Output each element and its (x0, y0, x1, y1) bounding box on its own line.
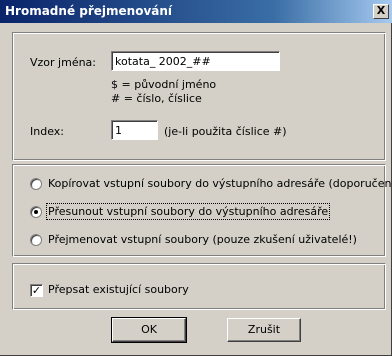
overwrite-group: ✓ Přepsat existující soubory (12, 263, 386, 310)
option-move-radio[interactable] (30, 206, 42, 218)
pattern-group: Vzor jména: $ = původní jméno # = číslo,… (12, 32, 386, 161)
pattern-label: Vzor jména: (30, 56, 97, 69)
close-button[interactable]: X (373, 4, 389, 19)
title-bar[interactable]: Hromadné přejmenování X (0, 0, 392, 23)
pattern-hint-dollar: $ = původní jméno (111, 78, 217, 91)
close-icon: X (376, 4, 386, 17)
selected-dot-icon (34, 210, 38, 214)
option-move-label: Přesunout vstupní soubory do výstupního … (45, 203, 331, 220)
option-copy-label: Kopírovat vstupní soubory do výstupního … (48, 177, 392, 190)
overwrite-label: Přepsat existující soubory (48, 283, 189, 296)
option-rename-label: Přejmenovat vstupní soubory (pouze zkuše… (48, 233, 357, 246)
pattern-hint-hash: # = číslo, číslice (111, 92, 202, 105)
index-label: Index: (30, 125, 64, 138)
cancel-button[interactable]: Zrušit (227, 318, 301, 342)
option-copy-radio[interactable] (30, 178, 42, 190)
rename-dialog: Hromadné přejmenování X Vzor jména: $ = … (0, 0, 392, 356)
pattern-input[interactable] (111, 51, 280, 71)
index-note: (je-li použita číslice #) (164, 125, 287, 138)
ok-button[interactable]: OK (111, 317, 187, 343)
window-title: Hromadné přejmenování (5, 4, 173, 18)
overwrite-checkbox[interactable]: ✓ (30, 284, 43, 297)
operation-group: Kopírovat vstupní soubory do výstupního … (12, 164, 392, 257)
index-input[interactable] (111, 120, 158, 140)
option-rename-radio[interactable] (30, 234, 42, 246)
checkmark-icon: ✓ (31, 284, 42, 297)
